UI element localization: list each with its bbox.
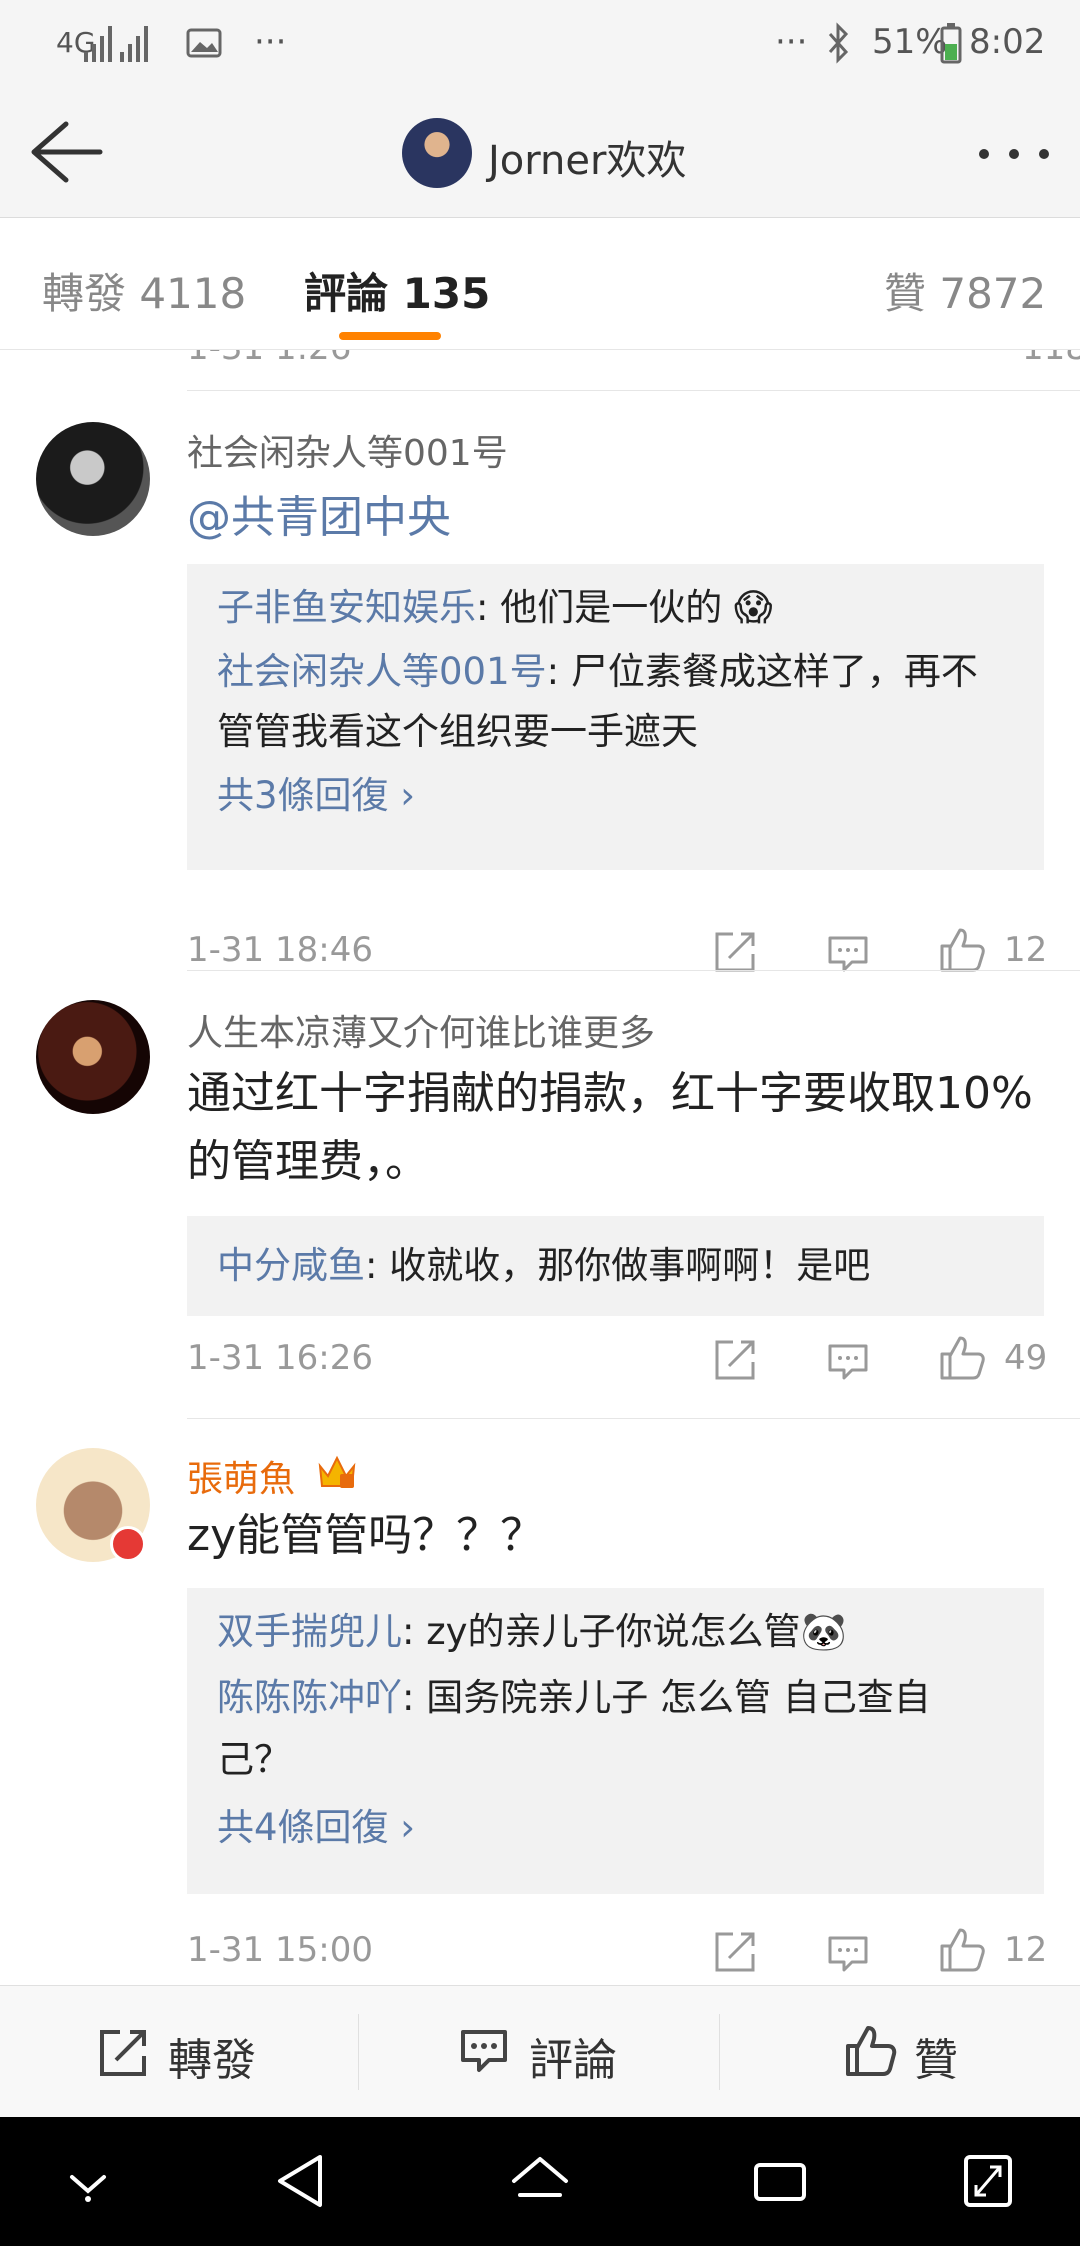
- comment-mention[interactable]: @共青团中央: [187, 484, 1047, 552]
- reply-user[interactable]: 陈陈陈冲吖: [217, 1676, 402, 1719]
- like-label: 贊: [914, 2035, 958, 2086]
- like-count: 12: [1004, 1930, 1048, 1970]
- active-tab-indicator: [339, 332, 441, 340]
- comment-text: 的管理费，。: [187, 1136, 429, 1187]
- tab-bar: 轉發 4118 評論 135 贊 7872: [0, 218, 1080, 350]
- reply-line: 社会闲杂人等001号: 尸位素餐成这样了，再不: [217, 640, 1017, 704]
- comment-icon: [461, 2030, 507, 2072]
- comment-icon[interactable]: [826, 1934, 870, 1974]
- comment-label: 評論: [529, 2035, 617, 2086]
- battery-icon: [940, 23, 962, 64]
- like-icon: [846, 2026, 897, 2076]
- bluetooth-icon: [828, 22, 849, 64]
- commenter-avatar[interactable]: [36, 1000, 150, 1114]
- reply-text: : 收就收，那你做事啊啊！是吧: [365, 1244, 871, 1287]
- comment-icon[interactable]: [826, 934, 870, 974]
- reply-text: 己？: [217, 1738, 291, 1781]
- comment-item: 人生本凉薄又介何谁比谁更多 通过红十字捐献的捐款，红十字要收取10% 的管理费，…: [0, 970, 1080, 1418]
- gallery-icon: [186, 28, 222, 58]
- commenter-name[interactable]: 人生本凉薄又介何谁比谁更多: [187, 1004, 655, 1056]
- reply-user[interactable]: 中分咸鱼: [217, 1244, 365, 1287]
- partial-comment-meta: 1-31 1:26 118: [0, 350, 1080, 388]
- repost-icon: [100, 2030, 146, 2076]
- reply-line: 共3條回復 ›: [217, 764, 1017, 828]
- reply-text: 管管我看这个组织要一手遮天: [217, 710, 698, 753]
- signal-icon-2: [120, 26, 148, 62]
- reply-line: 双手揣兜儿: zy的亲儿子你说怎么管🐼: [217, 1600, 1017, 1664]
- like-count: 12: [1004, 930, 1048, 970]
- reply-text: : zy的亲儿子你说怎么管🐼: [402, 1610, 847, 1653]
- reply-box[interactable]: 子非鱼安知娱乐: 他们是一伙的 😱 社会闲杂人等001号: 尸位素餐成这样了，再…: [187, 564, 1044, 870]
- share-icon[interactable]: [713, 930, 757, 974]
- tab-repost[interactable]: 轉發 4118: [42, 260, 246, 321]
- reply-line: 己？: [217, 1728, 1017, 1792]
- comment-text: zy能管管吗？？？: [187, 1510, 545, 1561]
- signal-icon: [84, 26, 112, 62]
- commenter-avatar[interactable]: [36, 422, 150, 536]
- like-icon[interactable]: [938, 1926, 986, 1974]
- share-icon[interactable]: [713, 1930, 757, 1974]
- comment-time: 1-31 18:46: [187, 930, 373, 970]
- like-button[interactable]: 贊: [720, 1986, 1080, 2118]
- reply-user[interactable]: 双手揣兜儿: [217, 1610, 402, 1653]
- status-overflow-left: ···: [254, 22, 287, 62]
- reply-text: : 他们是一伙的 😱: [476, 586, 773, 629]
- more-replies-link[interactable]: 共3條回復 ›: [217, 774, 415, 817]
- reply-text: : 尸位素餐成这样了，再不: [546, 650, 978, 693]
- verified-badge-icon: [110, 1526, 146, 1562]
- reply-user[interactable]: 子非鱼安知娱乐: [217, 586, 476, 629]
- reply-user[interactable]: 社会闲杂人等001号: [217, 650, 547, 693]
- reply-line: 子非鱼安知娱乐: 他们是一伙的 😱: [217, 576, 1017, 640]
- back-icon[interactable]: [274, 2153, 326, 2209]
- home-icon[interactable]: [510, 2155, 570, 2207]
- comment-time: 1-31 16:26: [187, 1338, 373, 1378]
- tab-like[interactable]: 贊 7872: [884, 260, 1046, 321]
- comment-icon[interactable]: [826, 1342, 870, 1382]
- reply-line: 管管我看这个组织要一手遮天: [217, 700, 1017, 764]
- reply-line: 中分咸鱼: 收就收，那你做事啊啊！是吧: [217, 1234, 1017, 1298]
- like-icon[interactable]: [938, 1334, 986, 1382]
- commenter-name[interactable]: 張萌魚: [187, 1450, 295, 1502]
- top-navigation: Jorner欢欢: [0, 90, 1080, 218]
- system-navigation-bar: [0, 2117, 1080, 2246]
- tab-comment[interactable]: 評論 135: [304, 260, 490, 321]
- author-avatar[interactable]: [402, 118, 472, 188]
- status-overflow-right: ···: [775, 22, 808, 62]
- repost-button[interactable]: 轉發: [0, 1986, 358, 2118]
- page-title[interactable]: Jorner欢欢: [488, 128, 686, 186]
- comment-text: 通过红十字捐献的捐款，红十字要收取10%: [187, 1068, 1033, 1119]
- expand-icon[interactable]: [962, 2153, 1014, 2209]
- like-count: 49: [1004, 1338, 1048, 1378]
- commenter-name[interactable]: 社会闲杂人等001号: [187, 424, 508, 476]
- bottom-action-bar: 轉發 評論 贊: [0, 1985, 1080, 2117]
- reply-line: 共4條回復 ›: [217, 1796, 1017, 1860]
- status-bar: 4G ··· ··· 51% 8:02: [0, 0, 1080, 90]
- comment-button[interactable]: 評論: [359, 1986, 719, 2118]
- reply-box[interactable]: 双手揣兜儿: zy的亲儿子你说怎么管🐼 陈陈陈冲吖: 国务院亲儿子 怎么管 自己…: [187, 1588, 1044, 1894]
- vip-crown-icon: [318, 1455, 356, 1488]
- more-replies-link[interactable]: 共4條回復 ›: [217, 1806, 415, 1849]
- reply-text: : 国务院亲儿子 怎么管 自己查自: [402, 1676, 931, 1719]
- comment-item: 社会闲杂人等001号 @共青团中央 子非鱼安知娱乐: 他们是一伙的 😱 社会闲杂…: [0, 390, 1080, 972]
- comment-time: 1-31 15:00: [187, 1930, 373, 1970]
- reply-box[interactable]: 中分咸鱼: 收就收，那你做事啊啊！是吧: [187, 1216, 1044, 1316]
- reply-line: 陈陈陈冲吖: 国务院亲儿子 怎么管 自己查自: [217, 1666, 1017, 1730]
- comment-item: 張萌魚 zy能管管吗？？？ 双手揣兜儿: zy的亲儿子你说怎么管🐼 陈陈陈冲吖:…: [0, 1418, 1080, 1985]
- battery-percent: 51%: [872, 22, 948, 62]
- recent-apps-icon[interactable]: [752, 2157, 808, 2205]
- repost-label: 轉發: [168, 2035, 256, 2086]
- back-arrow-icon[interactable]: [28, 120, 104, 184]
- hide-keyboard-icon[interactable]: [64, 2163, 112, 2203]
- more-options-icon[interactable]: [976, 146, 1052, 162]
- comment-list[interactable]: 1-31 1:26 118 社会闲杂人等001号 @共青团中央 子非鱼安知娱乐:…: [0, 350, 1080, 1985]
- share-icon[interactable]: [713, 1338, 757, 1382]
- clock: 8:02: [969, 22, 1046, 62]
- like-icon[interactable]: [938, 926, 986, 974]
